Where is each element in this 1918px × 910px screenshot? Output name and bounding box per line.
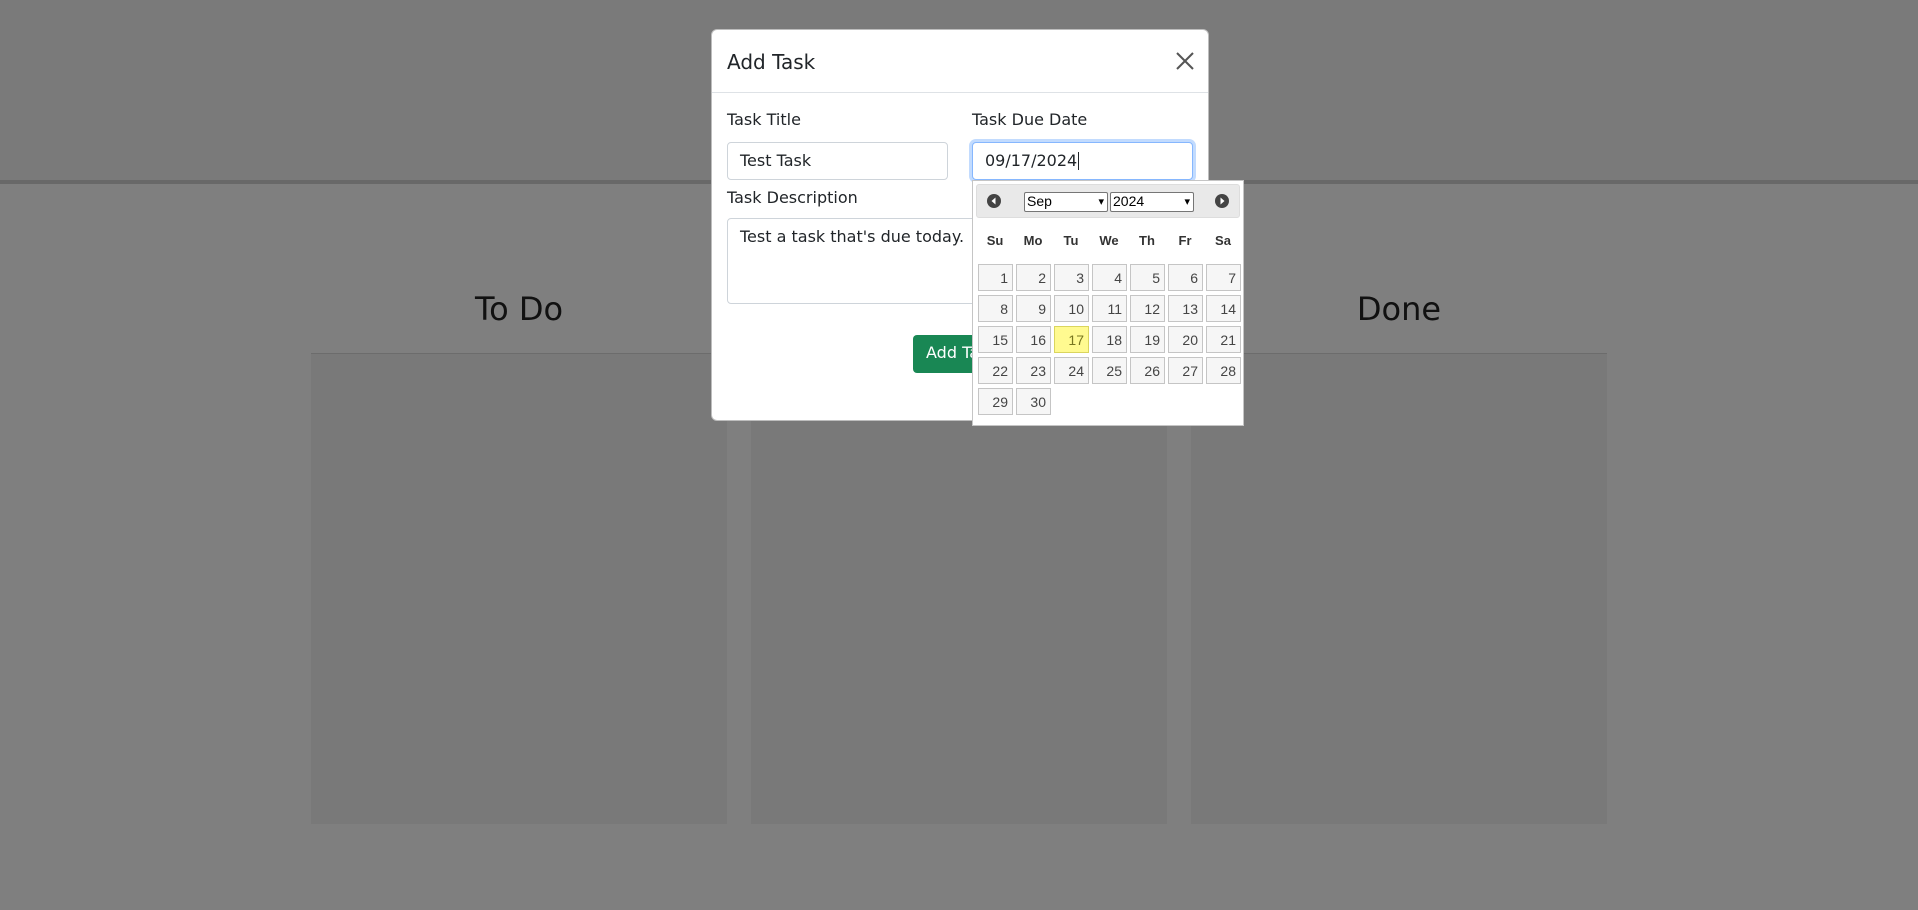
calendar-day[interactable]: 22	[978, 357, 1013, 384]
datepicker: Sep ▾ 2024 ▾ Su Mo Tu We Th Fr Sa 1 2 3 …	[972, 180, 1244, 426]
task-description-label: Task Description	[727, 188, 858, 207]
next-month-button[interactable]	[1213, 192, 1231, 210]
calendar-day[interactable]: 25	[1092, 357, 1127, 384]
calendar-day[interactable]: 23	[1016, 357, 1051, 384]
calendar-day[interactable]: 30	[1016, 388, 1051, 415]
weekday-label: We	[1099, 233, 1119, 248]
close-button[interactable]	[1174, 50, 1196, 72]
text-caret	[1078, 152, 1080, 170]
weekday-header: Su Mo Tu We Th Fr Sa	[976, 233, 1240, 251]
calendar-day[interactable]: 19	[1130, 326, 1165, 353]
calendar-day[interactable]: 21	[1206, 326, 1241, 353]
calendar-day[interactable]: 5	[1130, 264, 1165, 291]
calendar-day[interactable]: 12	[1130, 295, 1165, 322]
calendar-day[interactable]: 26	[1130, 357, 1165, 384]
year-select-value: 2024	[1113, 193, 1145, 209]
calendar-day[interactable]: 9	[1016, 295, 1051, 322]
modal-title: Add Task	[727, 50, 816, 74]
task-title-input[interactable]: Test Task	[727, 142, 948, 180]
modal-header: Add Task	[712, 30, 1208, 93]
task-due-date-label: Task Due Date	[972, 110, 1088, 129]
calendar-day[interactable]: 2	[1016, 264, 1051, 291]
task-title-label: Task Title	[727, 110, 801, 129]
chevron-right-icon	[1215, 194, 1229, 208]
weekday-label: Su	[986, 233, 1004, 248]
calendar-day[interactable]: 10	[1054, 295, 1089, 322]
calendar-day[interactable]: 28	[1206, 357, 1241, 384]
calendar-day[interactable]: 6	[1168, 264, 1203, 291]
weekday-label: Tu	[1063, 233, 1079, 248]
calendar-day[interactable]: 13	[1168, 295, 1203, 322]
weekday-label: Th	[1139, 233, 1155, 248]
calendar-day[interactable]: 4	[1092, 264, 1127, 291]
month-select-value: Sep	[1027, 193, 1052, 209]
task-due-date-value: 09/17/2024	[985, 151, 1078, 170]
calendar-day[interactable]: 1	[978, 264, 1013, 291]
calendar-day[interactable]: 11	[1092, 295, 1127, 322]
month-select[interactable]: Sep ▾	[1024, 192, 1108, 212]
calendar-day[interactable]: 14	[1206, 295, 1241, 322]
year-select[interactable]: 2024 ▾	[1110, 192, 1194, 212]
weekday-label: Mo	[1023, 233, 1043, 248]
calendar-day-selected[interactable]: 17	[1054, 326, 1089, 353]
calendar-day[interactable]: 3	[1054, 264, 1089, 291]
weekday-label: Sa	[1215, 233, 1231, 248]
datepicker-header: Sep ▾ 2024 ▾	[976, 184, 1240, 218]
chevron-down-icon: ▾	[1184, 196, 1190, 208]
calendar-day[interactable]: 29	[978, 388, 1013, 415]
calendar-day[interactable]: 18	[1092, 326, 1127, 353]
calendar-day[interactable]: 20	[1168, 326, 1203, 353]
weekday-label: Fr	[1178, 233, 1192, 248]
calendar-day[interactable]: 27	[1168, 357, 1203, 384]
calendar-day[interactable]: 15	[978, 326, 1013, 353]
calendar-day[interactable]: 7	[1206, 264, 1241, 291]
chevron-down-icon: ▾	[1098, 196, 1104, 208]
calendar-day[interactable]: 16	[1016, 326, 1051, 353]
calendar-day[interactable]: 24	[1054, 357, 1089, 384]
chevron-left-icon	[987, 194, 1001, 208]
task-due-date-input[interactable]: 09/17/2024	[972, 142, 1193, 180]
calendar-day[interactable]: 8	[978, 295, 1013, 322]
close-icon	[1176, 52, 1194, 70]
prev-month-button[interactable]	[985, 192, 1003, 210]
